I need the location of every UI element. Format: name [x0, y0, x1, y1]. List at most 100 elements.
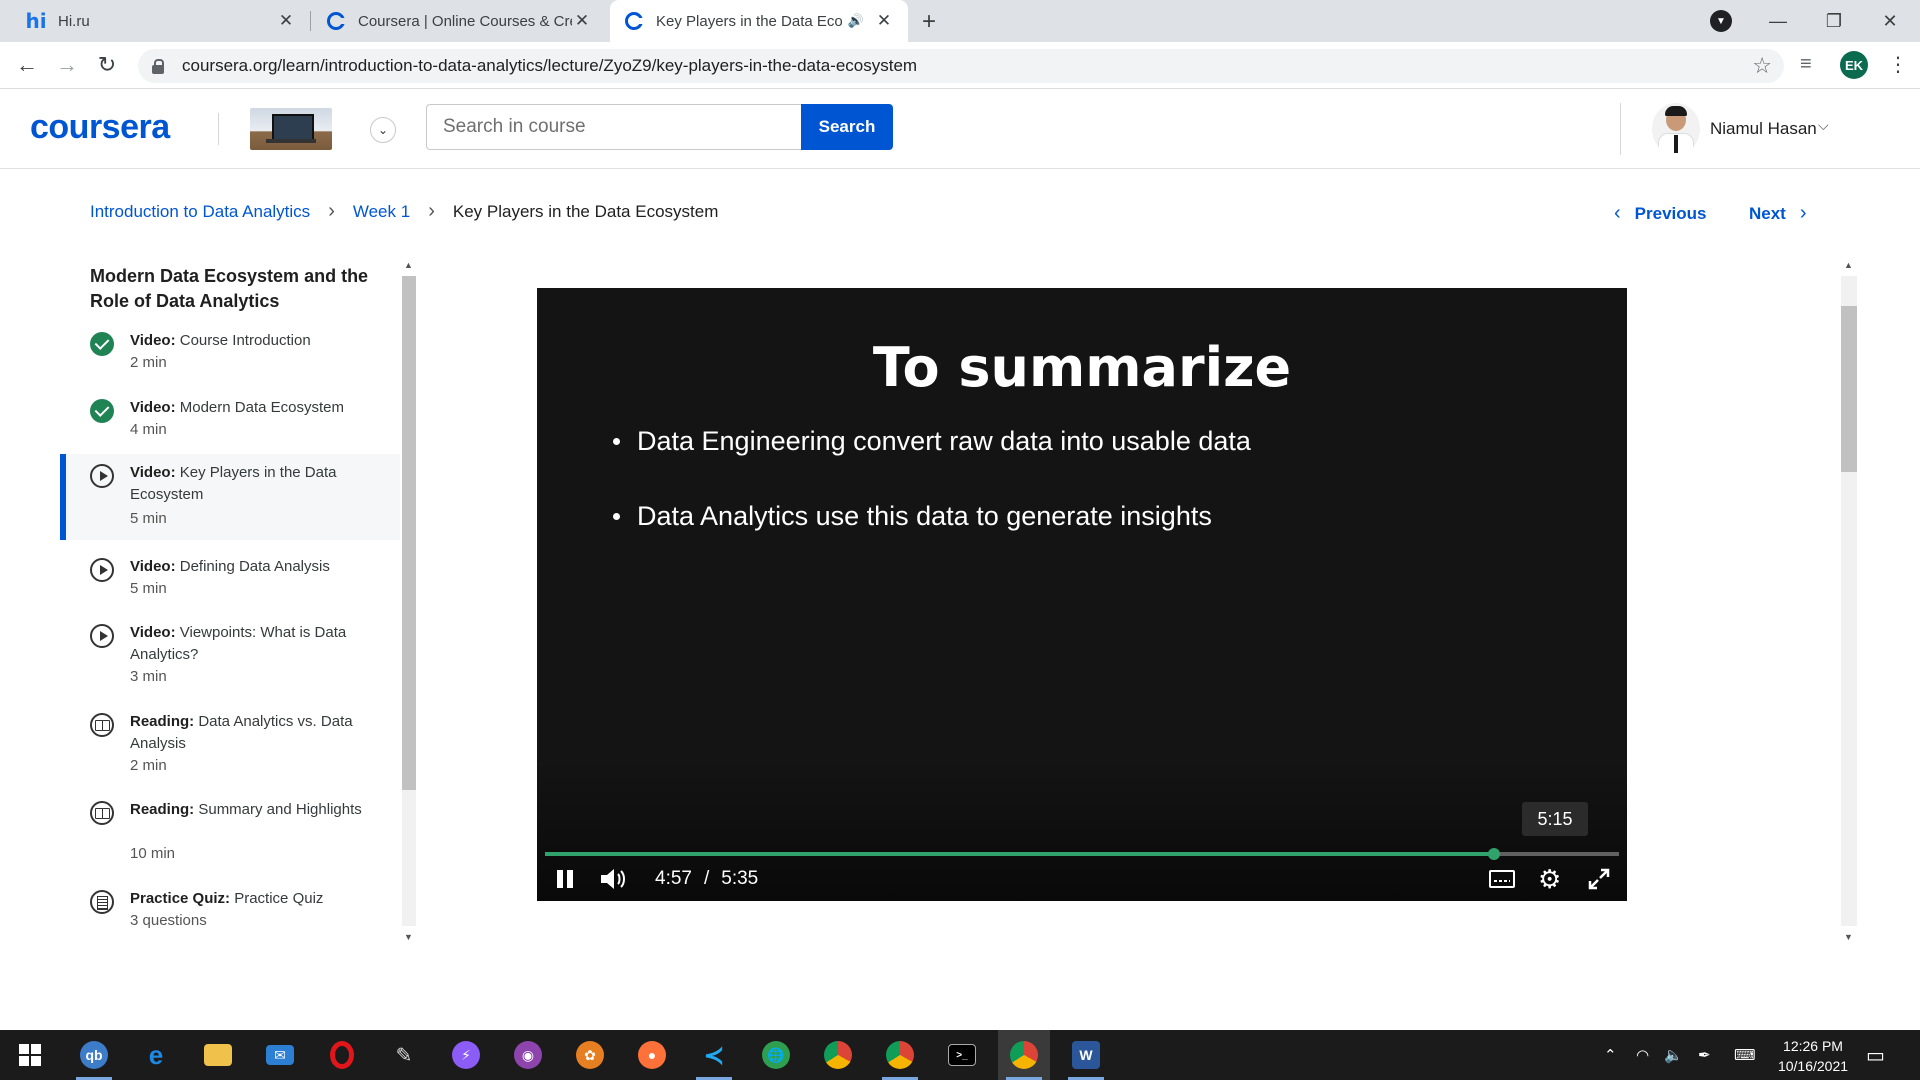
- outline-item[interactable]: Video: Modern Data Ecosystem 4 min: [60, 391, 400, 453]
- minimize-icon[interactable]: —: [1750, 0, 1806, 42]
- clock-time: 12:26 PM: [1783, 1038, 1843, 1054]
- previous-label: Previous: [1634, 203, 1707, 223]
- chevron-up-icon[interactable]: ⌃: [1604, 1030, 1617, 1080]
- item-title: Defining Data Analysis: [179, 558, 330, 575]
- tab-title: Key Players in the Data Ecosys: [656, 12, 842, 30]
- tab-search-icon[interactable]: ▼: [1710, 10, 1732, 32]
- gear-icon[interactable]: ⚙: [1538, 864, 1561, 894]
- profile-avatar[interactable]: EK: [1840, 51, 1868, 79]
- close-icon[interactable]: ✕: [572, 11, 592, 31]
- volume-tray-icon[interactable]: 🔈: [1664, 1030, 1683, 1080]
- notification-icon[interactable]: ▭: [1866, 1030, 1885, 1080]
- chrome-icon[interactable]: [812, 1030, 864, 1080]
- reload-icon[interactable]: ↻: [92, 50, 122, 80]
- edge-icon[interactable]: e: [130, 1030, 182, 1080]
- breadcrumb-course[interactable]: Introduction to Data Analytics: [90, 202, 310, 222]
- terminal-icon[interactable]: >_: [936, 1030, 988, 1080]
- slide-bullet: Data Engineering convert raw data into u…: [613, 426, 1251, 457]
- bookmark-star-icon[interactable]: ☆: [1752, 53, 1772, 79]
- item-title: Course Introduction: [179, 332, 311, 349]
- item-title: Practice Quiz: [234, 890, 324, 907]
- back-icon[interactable]: ←: [12, 50, 42, 80]
- book-icon: [90, 801, 114, 825]
- scroll-up-icon[interactable]: ▲: [404, 260, 413, 270]
- inkscape-icon[interactable]: ✎: [378, 1030, 430, 1080]
- browser-menu-icon[interactable]: ⋮: [1888, 52, 1908, 77]
- video-player[interactable]: To summarize Data Engineering convert ra…: [537, 288, 1627, 901]
- scroll-thumb[interactable]: [402, 276, 416, 790]
- seek-bar[interactable]: [545, 848, 1619, 860]
- paint-icon[interactable]: ✿: [564, 1030, 616, 1080]
- chevron-right-icon: ›: [328, 200, 335, 222]
- captions-icon[interactable]: [1489, 866, 1517, 892]
- chevron-down-icon[interactable]: ⌄: [370, 117, 396, 143]
- outline-item[interactable]: Reading: Summary and Highlights 10 min: [60, 793, 400, 877]
- tab-title: Coursera | Online Courses & Cred: [358, 12, 572, 30]
- page-scrollbar[interactable]: ▲ ▼: [1838, 256, 1860, 946]
- lock-icon[interactable]: [152, 59, 166, 74]
- pause-icon[interactable]: [557, 866, 579, 892]
- windows-start-icon[interactable]: [4, 1030, 56, 1080]
- user-name[interactable]: Niamul Hasan: [1710, 119, 1817, 139]
- new-tab-button[interactable]: +: [922, 8, 936, 36]
- outline-item-current[interactable]: Video: Key Players in the Data Ecosystem…: [60, 454, 400, 540]
- scroll-down-icon[interactable]: ▼: [1844, 932, 1853, 942]
- outline-item[interactable]: Video: Course Introduction 2 min: [60, 324, 400, 386]
- restore-icon[interactable]: ❐: [1806, 0, 1862, 42]
- chevron-down-icon[interactable]: ⌵: [1818, 117, 1829, 134]
- scroll-up-icon[interactable]: ▲: [1844, 260, 1853, 270]
- scroll-down-icon[interactable]: ▼: [404, 932, 413, 942]
- coursera-logo[interactable]: coursera: [30, 108, 170, 147]
- word-icon[interactable]: W: [1060, 1030, 1112, 1080]
- item-title: Summary and Highlights: [198, 801, 362, 818]
- outline-item[interactable]: Practice Quiz: Practice Quiz 3 questions: [60, 882, 400, 944]
- qbittorrent-icon[interactable]: qb: [68, 1030, 120, 1080]
- course-search-input[interactable]: [426, 104, 802, 150]
- browser-tab-coursera[interactable]: Coursera | Online Courses & Cred ✕: [312, 0, 606, 42]
- firefox-icon[interactable]: ●: [626, 1030, 678, 1080]
- browser-tab-hiru[interactable]: hi Hi.ru ✕: [12, 0, 310, 42]
- messenger-icon[interactable]: ⚡: [440, 1030, 492, 1080]
- play-circle-icon: [90, 464, 114, 488]
- volume-icon[interactable]: [599, 866, 627, 892]
- keyboard-icon[interactable]: ⌨: [1734, 1030, 1756, 1080]
- hi-icon: hi: [25, 9, 47, 33]
- outline-item[interactable]: Video: Viewpoints: What is Data Analytic…: [60, 616, 400, 700]
- window-close-icon[interactable]: ✕: [1862, 0, 1918, 42]
- browser-tab-key-players[interactable]: Key Players in the Data Ecosys 🔊 ✕: [610, 0, 908, 42]
- outline-item[interactable]: Video: Defining Data Analysis 5 min: [60, 550, 400, 610]
- close-icon[interactable]: ✕: [276, 11, 296, 31]
- time-display: 4:57 / 5:35: [655, 866, 758, 892]
- avatar[interactable]: [1652, 103, 1700, 155]
- chrome-profile-icon[interactable]: [874, 1030, 926, 1080]
- github-icon[interactable]: ◉: [502, 1030, 554, 1080]
- system-clock[interactable]: 12:26 PM 10/16/2021: [1770, 1036, 1856, 1076]
- item-duration: 5 min: [130, 580, 167, 597]
- next-button[interactable]: Next ›: [1749, 202, 1807, 225]
- fullscreen-icon[interactable]: [1587, 866, 1611, 892]
- network-icon[interactable]: ◠: [1636, 1030, 1649, 1080]
- check-circle-icon: [90, 332, 114, 356]
- previous-button[interactable]: ‹ Previous: [1614, 202, 1706, 225]
- next-label: Next: [1749, 203, 1786, 223]
- media-control-icon[interactable]: ≡: [1800, 53, 1812, 76]
- sidebar-scrollbar[interactable]: ▲ ▼: [400, 256, 420, 946]
- opera-icon[interactable]: [316, 1030, 368, 1080]
- forward-icon[interactable]: →: [52, 50, 82, 80]
- clock-date: 10/16/2021: [1777, 1058, 1849, 1074]
- speaker-icon[interactable]: 🔊: [848, 13, 864, 29]
- scroll-thumb[interactable]: [1841, 306, 1857, 472]
- address-bar[interactable]: coursera.org/learn/introduction-to-data-…: [138, 49, 1784, 83]
- chrome-ek-icon[interactable]: [998, 1030, 1050, 1080]
- file-explorer-icon[interactable]: [192, 1030, 244, 1080]
- course-thumbnail[interactable]: [250, 108, 332, 150]
- search-button[interactable]: Search: [801, 104, 893, 150]
- close-icon[interactable]: ✕: [874, 11, 894, 31]
- course-outline-sidebar: Modern Data Ecosystem and the Role of Da…: [60, 256, 400, 946]
- globe-app-icon[interactable]: 🌐: [750, 1030, 802, 1080]
- breadcrumb-week[interactable]: Week 1: [353, 202, 410, 222]
- mail-icon[interactable]: ✉: [254, 1030, 306, 1080]
- outline-item[interactable]: Reading: Data Analytics vs. Data Analysi…: [60, 705, 400, 789]
- vscode-icon[interactable]: ≺: [688, 1030, 740, 1080]
- pen-icon[interactable]: ✒: [1698, 1030, 1711, 1080]
